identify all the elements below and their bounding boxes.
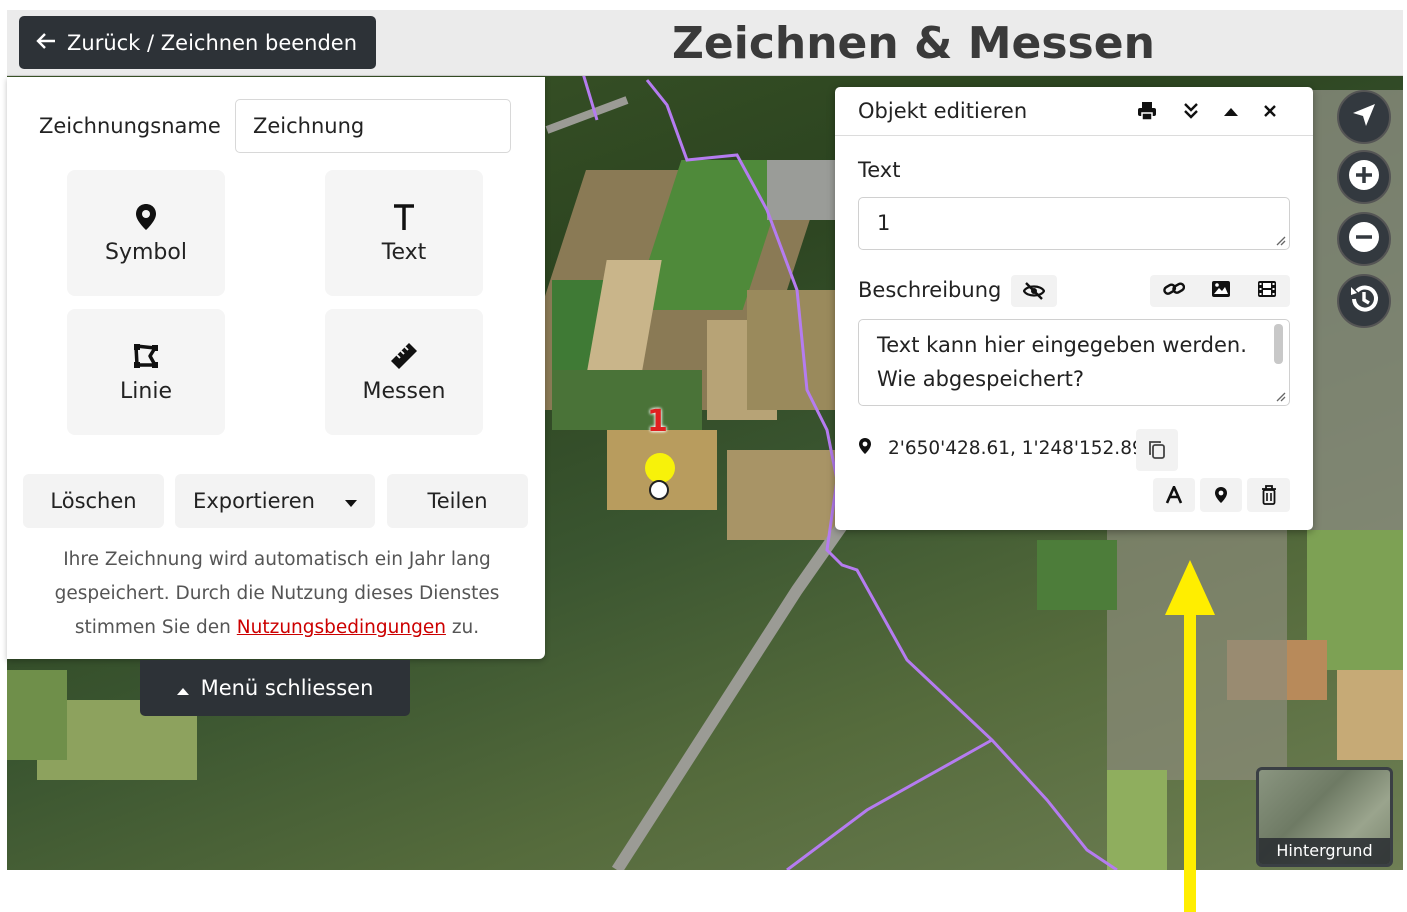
film-icon[interactable] bbox=[1257, 280, 1277, 302]
marker-handle[interactable] bbox=[649, 480, 669, 500]
plus-icon bbox=[1348, 159, 1380, 195]
font-style-icon[interactable] bbox=[1153, 478, 1195, 512]
share-button-label: Teilen bbox=[427, 489, 488, 513]
map-marker[interactable] bbox=[645, 453, 675, 483]
history-icon bbox=[1347, 282, 1381, 320]
drawing-name-label: Zeichnungsname bbox=[39, 114, 221, 138]
terms-link[interactable]: Nutzungsbedingungen bbox=[237, 617, 446, 638]
resize-handle-icon[interactable] bbox=[1274, 234, 1286, 246]
text-field[interactable]: 1 bbox=[858, 197, 1290, 250]
popup-divider bbox=[835, 135, 1313, 136]
drawing-name-input[interactable]: Zeichnung bbox=[235, 99, 511, 153]
symbol-tool-button[interactable]: Symbol bbox=[67, 170, 225, 296]
marker-style-icon[interactable] bbox=[1200, 478, 1242, 512]
close-menu-button[interactable]: Menü schliessen bbox=[140, 660, 410, 716]
back-button-label: Zurück / Zeichnen beenden bbox=[67, 30, 358, 55]
trash-icon[interactable] bbox=[1247, 478, 1290, 512]
line-tool-label: Linie bbox=[120, 378, 172, 404]
export-button-label: Exportieren bbox=[193, 489, 315, 513]
caret-down-icon bbox=[344, 489, 357, 513]
background-label: Hintergrund bbox=[1259, 838, 1390, 864]
annotation-arrow bbox=[1165, 560, 1215, 912]
resize-handle-icon[interactable] bbox=[1274, 390, 1286, 402]
text-tool-button[interactable]: Text bbox=[325, 170, 483, 296]
object-edit-popup: Objekt editieren Text 1 Beschreibung Tex… bbox=[835, 87, 1313, 530]
locate-button[interactable] bbox=[1337, 90, 1391, 144]
text-tool-label: Text bbox=[381, 239, 427, 265]
zoom-in-button[interactable] bbox=[1337, 150, 1391, 204]
marker-label: 1 bbox=[647, 404, 668, 439]
minus-icon bbox=[1348, 221, 1380, 257]
popup-title: Objekt editieren bbox=[858, 99, 1028, 123]
link-icon[interactable] bbox=[1163, 280, 1186, 302]
location-pin-icon bbox=[858, 437, 872, 459]
delete-button-label: Löschen bbox=[50, 489, 137, 513]
save-notice: Ihre Zeichnung wird automatisch ein Jahr… bbox=[37, 543, 517, 645]
description-toolbar bbox=[1150, 275, 1290, 307]
symbol-tool-label: Symbol bbox=[105, 239, 187, 265]
coordinates-text: 2'650'428.61, 1'248'152.89 bbox=[888, 438, 1144, 459]
background-switcher[interactable]: Hintergrund bbox=[1256, 767, 1393, 867]
text-field-label: Text bbox=[858, 158, 901, 182]
map-marker-icon bbox=[135, 202, 157, 232]
ruler-icon bbox=[389, 341, 419, 371]
print-icon[interactable] bbox=[1133, 97, 1161, 125]
arrow-left-icon bbox=[35, 31, 57, 55]
double-chevron-down-icon[interactable] bbox=[1177, 97, 1205, 125]
line-tool-button[interactable]: Linie bbox=[67, 309, 225, 435]
delete-button[interactable]: Löschen bbox=[23, 474, 164, 528]
back-button[interactable]: Zurück / Zeichnen beenden bbox=[19, 16, 376, 69]
caret-up-icon bbox=[176, 676, 189, 700]
collapse-up-icon[interactable] bbox=[1217, 97, 1245, 125]
description-textarea[interactable]: Text kann hier eingegeben werden. Wie ab… bbox=[858, 319, 1290, 406]
zoom-out-button[interactable] bbox=[1337, 212, 1391, 266]
description-label: Beschreibung bbox=[858, 278, 1002, 302]
history-button[interactable] bbox=[1337, 274, 1391, 328]
copy-icon[interactable] bbox=[1136, 429, 1178, 471]
image-icon[interactable] bbox=[1211, 280, 1231, 302]
navigation-arrow-icon bbox=[1351, 102, 1377, 132]
text-icon bbox=[392, 202, 416, 232]
polyline-icon bbox=[133, 341, 159, 371]
share-button[interactable]: Teilen bbox=[387, 474, 528, 528]
measure-tool-button[interactable]: Messen bbox=[325, 309, 483, 435]
close-icon[interactable] bbox=[1256, 97, 1284, 125]
close-menu-label: Menü schliessen bbox=[200, 676, 374, 700]
save-notice-suffix: zu. bbox=[445, 617, 480, 638]
description-value: Text kann hier eingegeben werden. Wie ab… bbox=[877, 333, 1247, 391]
drawing-panel: Zeichnungsname Zeichnung Symbol Text Lin… bbox=[7, 77, 545, 659]
page-title: Zeichnen & Messen bbox=[672, 18, 1155, 69]
eye-slash-icon[interactable] bbox=[1011, 275, 1057, 307]
scrollbar[interactable] bbox=[1274, 324, 1283, 364]
export-dropdown[interactable]: Exportieren bbox=[175, 474, 375, 528]
text-field-value: 1 bbox=[877, 211, 891, 235]
measure-tool-label: Messen bbox=[362, 378, 446, 404]
top-bar: Zurück / Zeichnen beenden Zeichnen & Mes… bbox=[7, 10, 1403, 76]
